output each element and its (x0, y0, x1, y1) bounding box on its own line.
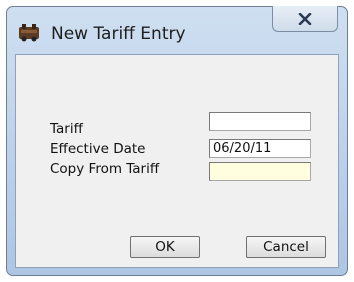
tariff-input[interactable] (209, 112, 311, 131)
tariff-label: Tariff (50, 121, 83, 137)
effective-date-input[interactable] (209, 139, 311, 158)
copy-from-tariff-label: Copy From Tariff (50, 161, 160, 177)
window-title: New Tariff Entry (51, 24, 186, 44)
close-button[interactable] (272, 6, 338, 32)
dialog-window: New Tariff Entry Tariff Effective Date C… (6, 6, 348, 276)
close-icon (298, 12, 312, 25)
tariff-app-icon (19, 24, 39, 42)
dialog-body: Tariff Effective Date Copy From Tariff O… (15, 54, 339, 268)
cancel-button[interactable]: Cancel (246, 236, 326, 258)
copy-from-tariff-input[interactable] (209, 162, 311, 181)
effective-date-label: Effective Date (50, 141, 146, 157)
ok-button[interactable]: OK (130, 236, 200, 258)
